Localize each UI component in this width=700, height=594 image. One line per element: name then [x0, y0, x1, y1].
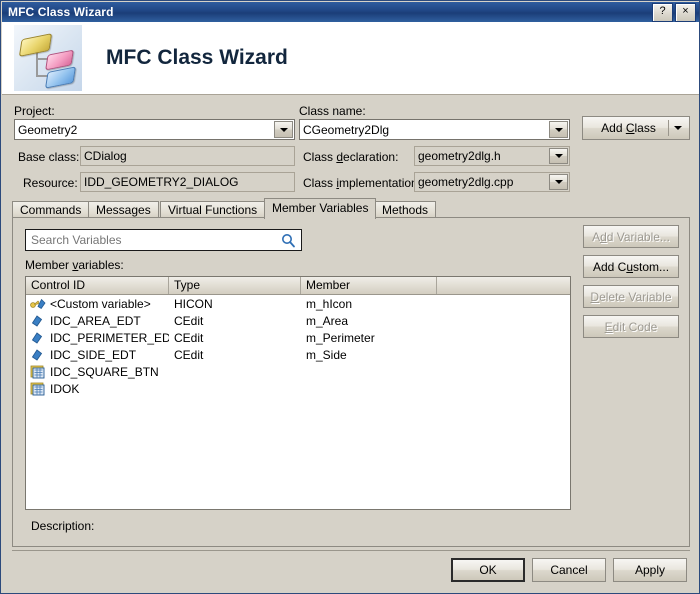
add-custom-button[interactable]: Add Custom...	[583, 255, 679, 278]
chevron-down-icon[interactable]	[274, 121, 293, 138]
base-class-field[interactable]: CDialog	[80, 146, 295, 166]
project-combo[interactable]: Geometry2	[14, 119, 295, 140]
chevron-down-icon[interactable]	[549, 174, 568, 190]
member-variable-icon	[30, 314, 46, 328]
icon-shape-yellow	[18, 33, 53, 57]
table-row[interactable]: IDC_SIDE_EDT CEdit m_Side	[26, 346, 570, 363]
search-input[interactable]: Search Variables	[26, 233, 281, 247]
table-row[interactable]: <Custom variable> HICON m_hIcon	[26, 295, 570, 312]
resource-field[interactable]: IDD_GEOMETRY2_DIALOG	[80, 172, 295, 192]
title-bar-buttons: ? ×	[652, 3, 698, 22]
description-label: Description:	[31, 519, 95, 533]
member-variable-icon	[30, 348, 46, 362]
row-control-id: IDC_AREA_EDT	[50, 313, 141, 328]
add-class-button[interactable]: Add Class	[582, 116, 690, 140]
page-title: MFC Class Wizard	[106, 46, 288, 69]
row-type: HICON	[174, 296, 213, 311]
resource-label: Resource:	[23, 176, 78, 190]
tab-panel-member-variables: Search Variables Member variables: Contr…	[12, 217, 690, 547]
class-implementation-combo[interactable]: geometry2dlg.cpp	[414, 172, 570, 192]
project-label: Project:	[14, 104, 55, 118]
list-body: <Custom variable> HICON m_hIcon IDC_AREA…	[26, 295, 570, 397]
delete-variable-label: Delete Variable	[590, 289, 672, 304]
help-button[interactable]: ?	[652, 3, 673, 22]
row-member: m_Side	[306, 347, 347, 362]
base-class-label: Base class:	[18, 150, 80, 164]
column-header-member[interactable]: Member	[301, 277, 437, 294]
row-control-id-cell: IDC_PERIMETER_EDT	[26, 330, 169, 346]
tab-strip: Commands Messages Virtual Functions Memb…	[12, 198, 690, 219]
search-icon[interactable]	[281, 233, 296, 248]
edit-code-button[interactable]: Edit Code	[583, 315, 679, 338]
row-control-id: IDC_SQUARE_BTN	[50, 364, 159, 379]
control-icon	[30, 382, 46, 396]
table-row[interactable]: IDC_PERIMETER_EDT CEdit m_Perimeter	[26, 329, 570, 346]
column-header-type[interactable]: Type	[169, 277, 301, 294]
row-control-id-cell: IDC_SQUARE_BTN	[26, 364, 169, 380]
split-separator	[668, 120, 669, 136]
class-name-label: Class name:	[299, 104, 366, 118]
add-variable-label: Add Variable...	[592, 229, 670, 244]
row-type: CEdit	[174, 330, 204, 345]
row-control-id: IDC_PERIMETER_EDT	[50, 330, 169, 345]
add-variable-button[interactable]: Add Variable...	[583, 225, 679, 248]
ok-button[interactable]: OK	[451, 558, 525, 582]
chevron-down-icon[interactable]	[549, 148, 568, 164]
button-bar-separator	[12, 550, 690, 551]
row-type: CEdit	[174, 347, 204, 362]
chevron-down-icon[interactable]	[674, 126, 682, 130]
add-custom-label: Add Custom...	[592, 259, 670, 274]
delete-variable-button[interactable]: Delete Variable	[583, 285, 679, 308]
member-variable-icon	[30, 331, 46, 345]
row-control-id-cell: <Custom variable>	[26, 296, 169, 312]
custom-variable-icon	[30, 297, 46, 311]
class-name-combo[interactable]: CGeometry2Dlg	[299, 119, 570, 140]
edit-code-label: Edit Code	[604, 319, 658, 334]
member-variables-label: Member variables:	[25, 258, 124, 272]
row-control-id-cell: IDOK	[26, 381, 169, 397]
class-declaration-combo[interactable]: geometry2dlg.h	[414, 146, 570, 166]
cancel-button[interactable]: Cancel	[532, 558, 606, 582]
apply-button[interactable]: Apply	[613, 558, 687, 582]
mfc-class-wizard-dialog: MFC Class Wizard ? × MFC Class Wizard Pr…	[0, 0, 700, 594]
icon-shape-blue	[45, 66, 76, 89]
add-class-label: Add Class	[601, 121, 656, 135]
header-banner: MFC Class Wizard	[2, 22, 699, 95]
class-wizard-icon	[14, 25, 82, 91]
column-header-control-id[interactable]: Control ID	[26, 277, 169, 294]
tab-member-variables[interactable]: Member Variables	[264, 198, 377, 219]
project-value: Geometry2	[18, 122, 78, 137]
member-variables-list[interactable]: Control ID Type Member <Custom variable>…	[25, 276, 571, 510]
chevron-down-icon[interactable]	[549, 121, 568, 138]
search-variables-box[interactable]: Search Variables	[25, 229, 302, 251]
row-type: CEdit	[174, 313, 204, 328]
table-row[interactable]: IDC_AREA_EDT CEdit m_Area	[26, 312, 570, 329]
row-control-id: IDC_SIDE_EDT	[50, 347, 137, 362]
row-member: m_Perimeter	[306, 330, 375, 345]
class-declaration-value: geometry2dlg.h	[418, 149, 501, 163]
class-implementation-value: geometry2dlg.cpp	[418, 175, 514, 189]
title-bar[interactable]: MFC Class Wizard ? ×	[2, 2, 699, 22]
column-header-spacer[interactable]	[437, 277, 570, 294]
window-title: MFC Class Wizard	[8, 5, 114, 19]
row-control-id: <Custom variable>	[50, 296, 151, 311]
class-name-value: CGeometry2Dlg	[303, 122, 390, 137]
row-control-id-cell: IDC_SIDE_EDT	[26, 347, 169, 363]
class-implementation-label: Class implementation:	[303, 176, 422, 190]
row-member: m_hIcon	[306, 296, 353, 311]
row-member: m_Area	[306, 313, 349, 328]
dialog-body: Project: Geometry2 Base class: CDialog R…	[2, 95, 699, 593]
row-control-id: IDOK	[50, 381, 80, 396]
list-header: Control ID Type Member	[26, 277, 570, 295]
row-control-id-cell: IDC_AREA_EDT	[26, 313, 169, 329]
class-declaration-label: Class declaration:	[303, 150, 399, 164]
control-icon	[30, 365, 46, 379]
table-row[interactable]: IDC_SQUARE_BTN	[26, 363, 570, 380]
table-row[interactable]: IDOK	[26, 380, 570, 397]
close-button[interactable]: ×	[675, 3, 696, 22]
